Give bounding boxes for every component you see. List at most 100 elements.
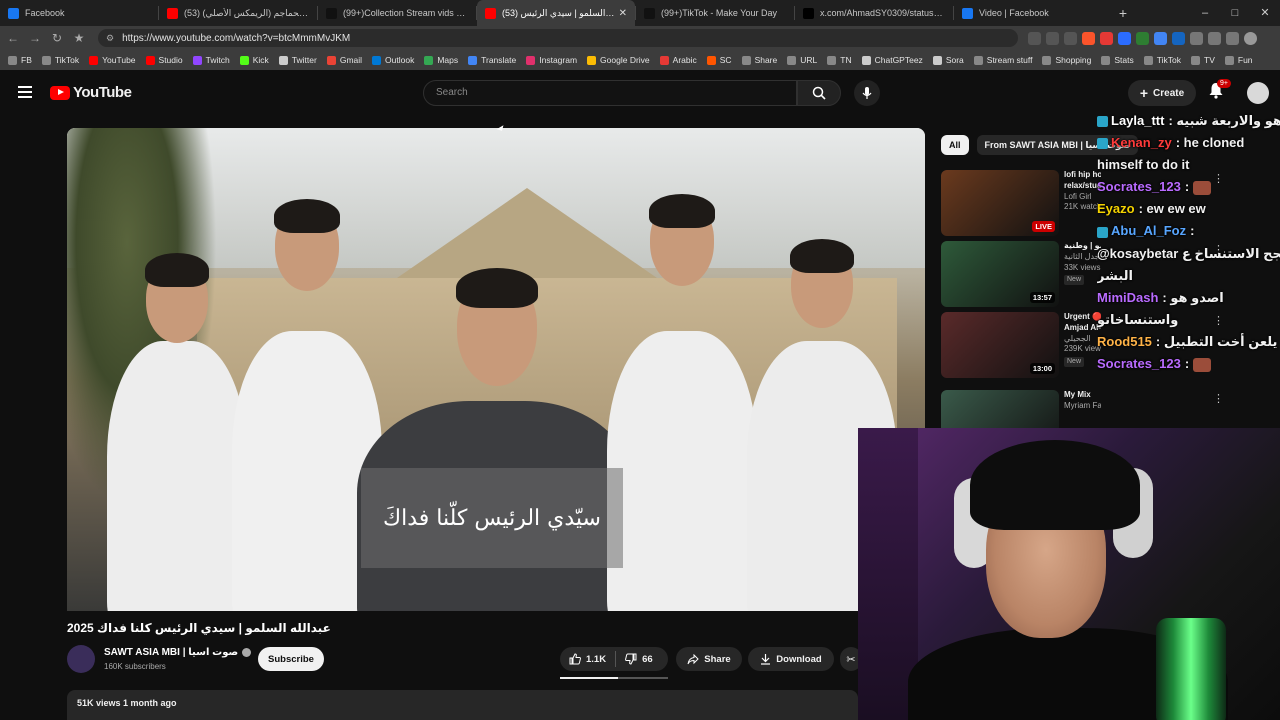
bookmark-item[interactable]: URL <box>787 55 817 65</box>
bookmark-label: Translate <box>481 55 517 65</box>
chat-username: Rood515 <box>1097 333 1152 349</box>
bookmark-item[interactable]: Instagram <box>526 55 577 65</box>
subscribe-button[interactable]: Subscribe <box>258 647 324 671</box>
share-page-icon[interactable] <box>1064 31 1077 45</box>
bookmark-icon <box>706 55 716 65</box>
bookmark-item[interactable]: Stream stuff <box>973 55 1033 65</box>
extension-b-icon[interactable] <box>1136 31 1149 45</box>
menu-icon[interactable] <box>18 86 32 98</box>
sidebar-icon[interactable] <box>1208 31 1221 45</box>
dislike-count: 66 <box>642 653 653 665</box>
reload-icon[interactable]: ↻ <box>48 31 66 45</box>
create-button[interactable]: + Create <box>1128 80 1196 106</box>
bookmark-item[interactable]: Arabic <box>659 55 697 65</box>
share-button[interactable]: Share <box>676 647 742 671</box>
bookmark-label: Stream stuff <box>986 55 1033 65</box>
bookmark-item[interactable]: TikTok <box>1143 55 1181 65</box>
like-button[interactable]: 1.1K <box>560 653 615 665</box>
bookmark-item[interactable]: SC <box>706 55 732 65</box>
filter-chip[interactable]: All <box>941 135 969 155</box>
bookmark-item[interactable]: YouTube <box>89 55 136 65</box>
channel-name[interactable]: SAWT ASIA MBI | صوت اسيا <box>104 647 252 658</box>
bookmark-item[interactable]: ChatGPTeez <box>861 55 923 65</box>
bookmark-icon <box>1143 55 1153 65</box>
media-icon[interactable] <box>1226 31 1239 45</box>
forward-icon[interactable]: → <box>26 31 44 45</box>
extensions-puzzle-icon[interactable] <box>1190 31 1203 45</box>
extension-c-icon[interactable] <box>1172 31 1185 45</box>
site-info-icon[interactable]: ⚙ <box>106 33 114 44</box>
video-player[interactable]: سيّدي الرئيس كلّنا فداكَ <box>67 128 925 611</box>
dislike-button[interactable]: 66 <box>616 653 662 665</box>
bookmark-item[interactable]: FB <box>8 55 32 65</box>
bookmark-icon <box>145 55 155 65</box>
browser-tab[interactable]: Facebook <box>0 0 158 26</box>
browser-tab[interactable]: (99+)TikTok - Make Your Day <box>636 0 794 26</box>
video-thumbnail[interactable]: 13:00 <box>941 312 1059 378</box>
bookmark-label: TN <box>840 55 852 65</box>
description-box[interactable]: 51K views 1 month ago <box>67 690 858 720</box>
bookmark-item[interactable]: Translate <box>468 55 516 65</box>
bookmark-icon <box>278 55 288 65</box>
share-icon <box>687 653 700 664</box>
search-input[interactable]: Search <box>423 80 797 106</box>
brave-shield-icon[interactable] <box>1082 31 1095 45</box>
chat-badge-icon <box>1097 116 1108 128</box>
bookmark-item[interactable]: Google Drive <box>587 55 650 65</box>
profile-icon[interactable] <box>1244 31 1257 45</box>
bookmark-item[interactable]: Fun <box>1224 55 1253 65</box>
chat-message: Layla_ttt: هو والاربعة شبيه <box>1097 110 1280 132</box>
bookmark-item[interactable]: Kick <box>239 55 269 65</box>
chat-text: واستنساخاتو <box>1097 311 1179 327</box>
bookmark-item[interactable]: TV <box>1191 55 1215 65</box>
browser-tab[interactable]: x.com/AhmadSY0309/status/197964 <box>795 0 953 26</box>
channel-avatar[interactable] <box>67 645 95 673</box>
create-label: Create <box>1153 87 1185 99</box>
browser-tab[interactable]: (53) عبدالله السلمو | سيدي الرئيس ✕ <box>477 0 635 26</box>
minimize-icon[interactable]: – <box>1190 0 1220 26</box>
maximize-icon[interactable]: □ <box>1220 0 1250 26</box>
bookmark-item[interactable]: Stats <box>1101 55 1134 65</box>
bookmark-item[interactable]: Twitch <box>192 55 230 65</box>
bookmark-item[interactable]: Twitter <box>278 55 317 65</box>
recommended-video[interactable]: 13:00 Urgent 🔴 The end of the atheistAmja… <box>941 312 1101 380</box>
cast-icon[interactable] <box>1028 31 1041 45</box>
back-icon[interactable]: ← <box>4 31 22 45</box>
youtube-logo[interactable]: YouTube <box>50 84 132 101</box>
duration-badge: 13:57 <box>1029 292 1055 303</box>
notifications-button[interactable]: 9+ <box>1208 79 1231 104</box>
url-field[interactable]: ⚙ https://www.youtube.com/watch?v=btcMmm… <box>98 29 1018 47</box>
browser-tab[interactable]: (53) طيار الحماجم (الريمكس الأصلي) | <box>159 0 317 26</box>
download-button[interactable]: Download <box>748 647 834 671</box>
bookmark-item[interactable]: Sora <box>932 55 964 65</box>
video-thumbnail[interactable]: 13:57 <box>941 241 1059 307</box>
recommended-video[interactable]: LIVE lofi hip hop radio 📚 beats torelax/s… <box>941 170 1101 238</box>
video-thumbnail[interactable]: LIVE <box>941 170 1059 236</box>
zoom-icon[interactable] <box>1046 31 1059 45</box>
close-window-icon[interactable]: ✕ <box>1250 0 1280 26</box>
bookmark-item[interactable]: Maps <box>424 55 458 65</box>
bookmark-icon <box>827 55 837 65</box>
search-button[interactable] <box>797 80 841 106</box>
like-count: 1.1K <box>586 653 607 665</box>
bookmark-item[interactable]: Share <box>741 55 777 65</box>
recommended-video[interactable]: 13:57 عبدالله السلمو | وطنيةمثير للجدل ال… <box>941 241 1101 309</box>
browser-tab[interactable]: (99+)Collection Stream vids created <box>318 0 476 26</box>
chat-username: Layla_ttt <box>1111 113 1165 128</box>
like-ratio-fill <box>560 677 619 679</box>
brave-rewards-icon[interactable] <box>1100 31 1113 45</box>
voice-search-button[interactable] <box>854 80 880 106</box>
bookmark-item[interactable]: TikTok <box>41 55 79 65</box>
bookmark-star-icon[interactable]: ★ <box>70 31 88 45</box>
bookmark-item[interactable]: Outlook <box>372 55 414 65</box>
bookmark-item[interactable]: Studio <box>145 55 183 65</box>
close-tab-icon[interactable]: ✕ <box>619 8 627 19</box>
bookmark-item[interactable]: Shopping <box>1042 55 1091 65</box>
browser-tab[interactable]: Video | Facebook <box>954 0 1112 26</box>
bookmark-item[interactable]: Gmail <box>326 55 362 65</box>
account-avatar[interactable] <box>1247 82 1269 104</box>
translate-extension-icon[interactable] <box>1154 31 1167 45</box>
extension-a-icon[interactable] <box>1118 31 1131 45</box>
bookmark-item[interactable]: TN <box>827 55 852 65</box>
new-tab-icon[interactable]: + <box>1112 5 1134 21</box>
